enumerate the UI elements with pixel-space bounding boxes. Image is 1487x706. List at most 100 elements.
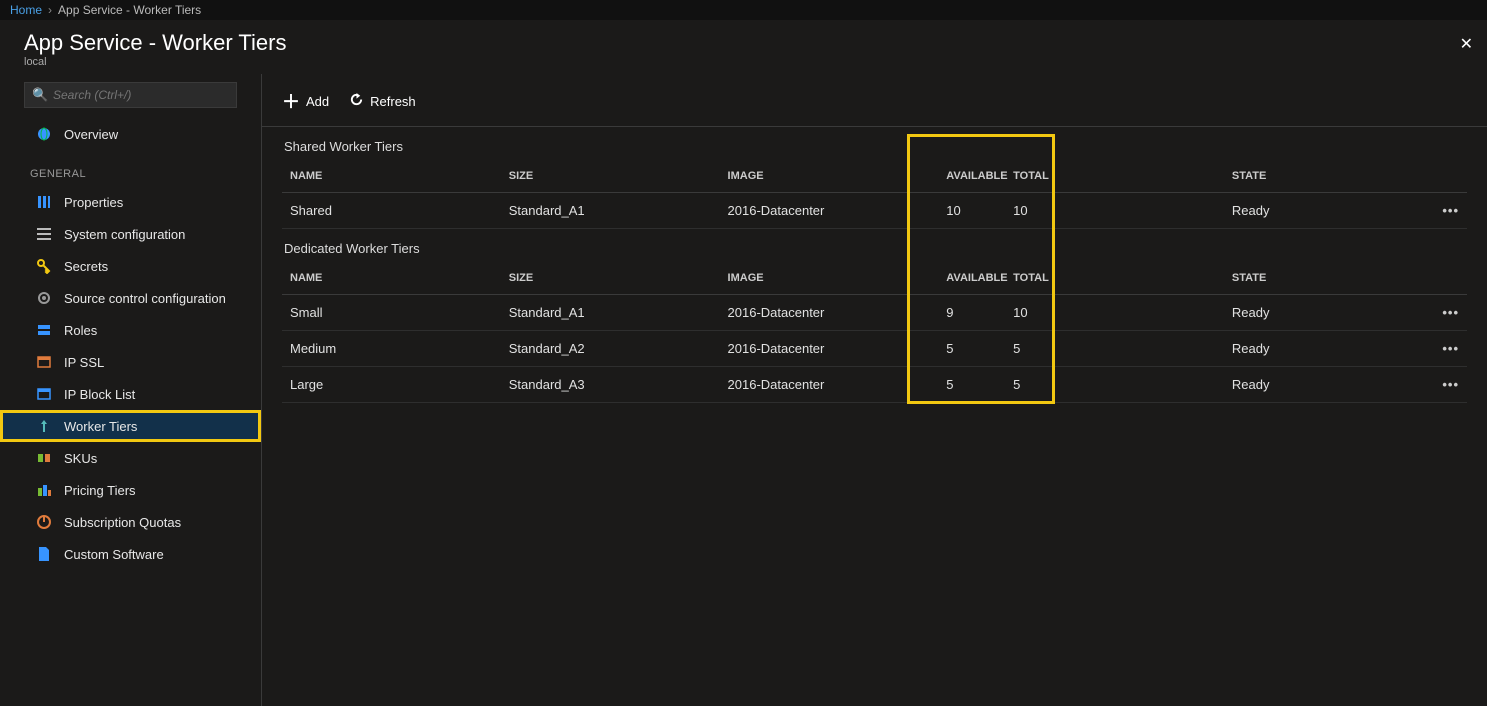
col-total[interactable]: TOTAL: [1005, 160, 1224, 193]
cell-available: 9: [938, 295, 1005, 331]
col-image[interactable]: IMAGE: [720, 262, 939, 295]
cell-image: 2016-Datacenter: [720, 331, 939, 367]
cell-image: 2016-Datacenter: [720, 193, 939, 229]
blade-header: App Service - Worker Tiers local ✕: [0, 20, 1487, 74]
col-size[interactable]: SIZE: [501, 262, 720, 295]
sidebar-item-secrets[interactable]: Secrets: [0, 250, 261, 282]
cell-total: 5: [1005, 367, 1224, 403]
cell-name: Large: [282, 367, 501, 403]
col-size[interactable]: SIZE: [501, 160, 720, 193]
cell-state: Ready: [1224, 295, 1427, 331]
sidebar-item-label: Secrets: [64, 259, 108, 274]
sidebar-item-label: Worker Tiers: [64, 419, 137, 434]
sidebar-item-ip-ssl[interactable]: IP SSL: [0, 346, 261, 378]
document-icon: [36, 546, 52, 562]
properties-icon: [36, 194, 52, 210]
table-row[interactable]: Large Standard_A3 2016-Datacenter 5 5 Re…: [282, 367, 1467, 403]
sidebar-item-label: IP Block List: [64, 387, 135, 402]
breadcrumb-current: App Service - Worker Tiers: [58, 3, 201, 17]
cell-size: Standard_A2: [501, 331, 720, 367]
col-name[interactable]: NAME: [282, 262, 501, 295]
sidebar-item-label: Pricing Tiers: [64, 483, 136, 498]
server-icon: [36, 322, 52, 338]
sidebar-item-worker-tiers[interactable]: Worker Tiers: [0, 410, 261, 442]
cell-state: Ready: [1224, 331, 1427, 367]
refresh-button[interactable]: Refresh: [349, 88, 416, 114]
cell-size: Standard_A1: [501, 295, 720, 331]
row-actions-icon[interactable]: •••: [1442, 377, 1459, 392]
page-subtitle: local: [24, 56, 286, 68]
section-dedicated: Dedicated Worker Tiers NAME SIZE IMAGE A…: [262, 229, 1487, 403]
shared-tiers-table: NAME SIZE IMAGE AVAILABLE TOTAL STATE Sh…: [282, 160, 1467, 229]
sidebar-item-label: Custom Software: [64, 547, 164, 562]
sku-icon: [36, 450, 52, 466]
chevron-right-icon: ›: [48, 3, 52, 17]
dedicated-tiers-table: NAME SIZE IMAGE AVAILABLE TOTAL STATE Sm…: [282, 262, 1467, 403]
col-available[interactable]: AVAILABLE: [938, 262, 1005, 295]
cell-name: Small: [282, 295, 501, 331]
table-row[interactable]: Shared Standard_A1 2016-Datacenter 10 10…: [282, 193, 1467, 229]
sidebar-item-label: Source control configuration: [64, 291, 226, 306]
add-button[interactable]: ＋ Add: [282, 88, 329, 114]
sidebar-section-general: GENERAL: [0, 150, 261, 186]
sidebar-item-roles[interactable]: Roles: [0, 314, 261, 346]
col-state[interactable]: STATE: [1224, 160, 1427, 193]
sidebar-item-source-control[interactable]: Source control configuration: [0, 282, 261, 314]
cell-available: 10: [938, 193, 1005, 229]
pricing-icon: [36, 482, 52, 498]
window-icon: [36, 386, 52, 402]
plus-icon: ＋: [282, 88, 300, 114]
search-icon: 🔍: [32, 87, 48, 103]
sidebar-item-properties[interactable]: Properties: [0, 186, 261, 218]
cell-size: Standard_A1: [501, 193, 720, 229]
cell-available: 5: [938, 367, 1005, 403]
sidebar-item-label: Roles: [64, 323, 97, 338]
sidebar-item-skus[interactable]: SKUs: [0, 442, 261, 474]
main-content: ＋ Add Refresh Shared Worker Tiers: [262, 74, 1487, 706]
sidebar-item-subscription-quotas[interactable]: Subscription Quotas: [0, 506, 261, 538]
sidebar-item-pricing-tiers[interactable]: Pricing Tiers: [0, 474, 261, 506]
sidebar: 🔍 Overview GENERAL Properties System con…: [0, 74, 262, 706]
cell-image: 2016-Datacenter: [720, 295, 939, 331]
globe-icon: [36, 126, 52, 142]
cell-size: Standard_A3: [501, 367, 720, 403]
sidebar-item-ip-block-list[interactable]: IP Block List: [0, 378, 261, 410]
sidebar-item-custom-software[interactable]: Custom Software: [0, 538, 261, 570]
col-state[interactable]: STATE: [1224, 262, 1427, 295]
refresh-label: Refresh: [370, 94, 416, 109]
row-actions-icon[interactable]: •••: [1442, 341, 1459, 356]
sidebar-item-overview[interactable]: Overview: [0, 118, 261, 150]
table-row[interactable]: Small Standard_A1 2016-Datacenter 9 10 R…: [282, 295, 1467, 331]
window-icon: [36, 354, 52, 370]
cell-available: 5: [938, 331, 1005, 367]
search-input[interactable]: [24, 82, 237, 108]
col-available[interactable]: AVAILABLE: [938, 160, 1005, 193]
quota-icon: [36, 514, 52, 530]
cell-total: 10: [1005, 193, 1224, 229]
cell-total: 5: [1005, 331, 1224, 367]
worker-icon: [36, 418, 52, 434]
row-actions-icon[interactable]: •••: [1442, 305, 1459, 320]
sidebar-item-label: Overview: [64, 127, 118, 142]
cell-state: Ready: [1224, 367, 1427, 403]
col-image[interactable]: IMAGE: [720, 160, 939, 193]
sidebar-item-system-configuration[interactable]: System configuration: [0, 218, 261, 250]
close-icon[interactable]: ✕: [1460, 34, 1473, 54]
col-total[interactable]: TOTAL: [1005, 262, 1224, 295]
gear-icon: [36, 290, 52, 306]
add-label: Add: [306, 94, 329, 109]
sidebar-item-label: SKUs: [64, 451, 97, 466]
list-icon: [36, 226, 52, 242]
row-actions-icon[interactable]: •••: [1442, 203, 1459, 218]
col-name[interactable]: NAME: [282, 160, 501, 193]
sidebar-item-label: Subscription Quotas: [64, 515, 181, 530]
cell-state: Ready: [1224, 193, 1427, 229]
sidebar-item-label: System configuration: [64, 227, 185, 242]
section-title-dedicated: Dedicated Worker Tiers: [282, 241, 1467, 262]
breadcrumb: Home › App Service - Worker Tiers: [0, 0, 1487, 20]
section-shared: Shared Worker Tiers NAME SIZE IMAGE AVAI…: [262, 127, 1487, 229]
refresh-icon: [349, 92, 364, 110]
sidebar-item-label: IP SSL: [64, 355, 104, 370]
breadcrumb-home[interactable]: Home: [10, 3, 42, 17]
table-row[interactable]: Medium Standard_A2 2016-Datacenter 5 5 R…: [282, 331, 1467, 367]
